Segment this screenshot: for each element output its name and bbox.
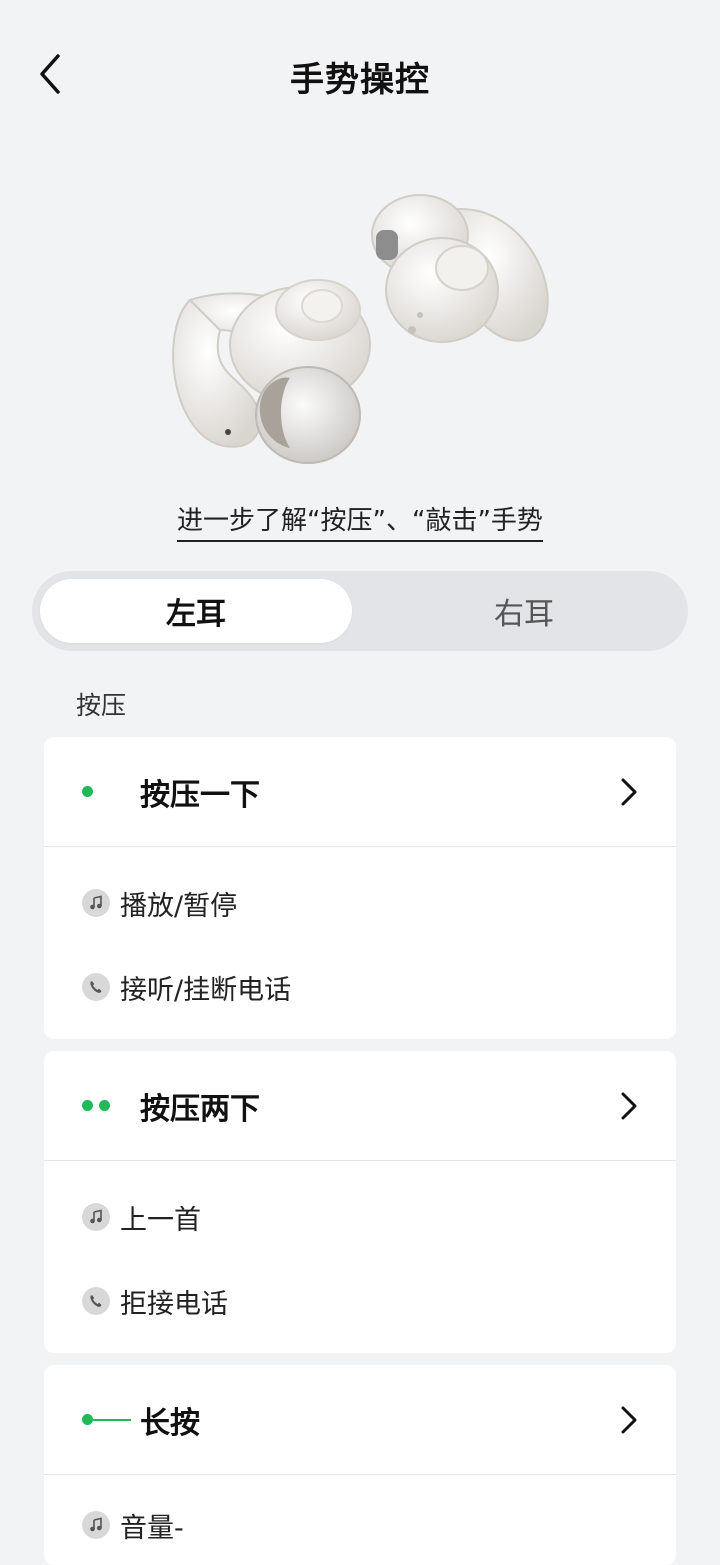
gesture-actions: 播放/暂停 接听/挂断电话 [44, 847, 676, 1039]
gesture-card-press-twice: 按压两下 上一首 拒接电话 [44, 1051, 676, 1353]
gesture-card-long-press: 长按 音量- [44, 1365, 676, 1565]
list-item: 上一首 [44, 1175, 676, 1259]
tab-left-ear[interactable]: 左耳 [40, 579, 352, 643]
action-label: 接听/挂断电话 [120, 974, 292, 1006]
phone-icon [82, 973, 110, 1001]
chevron-right-icon [621, 1406, 637, 1433]
section-label-press: 按压 [76, 691, 127, 720]
list-item: 播放/暂停 [44, 861, 676, 945]
earbuds-product-image [150, 180, 570, 500]
list-item: 接听/挂断电话 [44, 945, 676, 1029]
gesture-title: 长按 [140, 1405, 200, 1441]
chevron-right-icon [621, 778, 637, 805]
list-item: 音量- [44, 1483, 676, 1565]
phone-icon [82, 1287, 110, 1315]
action-label: 音量- [120, 1512, 184, 1544]
gesture-title: 按压两下 [140, 1091, 260, 1127]
page-title: 手势操控 [290, 60, 430, 100]
learn-gestures-link[interactable]: 进一步了解“按压”、“敲击”手势 [177, 506, 543, 542]
list-item: 拒接电话 [44, 1259, 676, 1343]
dot-line-indicator-icon [82, 1414, 131, 1426]
gesture-actions: 音量- [44, 1475, 676, 1565]
gesture-actions: 上一首 拒接电话 [44, 1161, 676, 1353]
learn-more-link-wrap: 进一步了解“按压”、“敲击”手势 [0, 500, 720, 542]
ear-selector: 左耳 右耳 [32, 571, 688, 651]
gesture-header-press-twice[interactable]: 按压两下 [44, 1051, 676, 1161]
single-dot-indicator-icon [82, 786, 93, 798]
action-label: 拒接电话 [120, 1288, 228, 1320]
tab-right-ear[interactable]: 右耳 [368, 579, 680, 643]
action-label: 播放/暂停 [120, 890, 238, 922]
gesture-header-press-once[interactable]: 按压一下 [44, 737, 676, 847]
double-dot-indicator-icon [82, 1100, 110, 1112]
music-note-icon [82, 1511, 110, 1539]
top-bar: 手势操控 [0, 0, 720, 150]
gesture-title: 按压一下 [140, 777, 260, 813]
music-note-icon [82, 1203, 110, 1231]
music-note-icon [82, 889, 110, 917]
gesture-card-press-once: 按压一下 播放/暂停 接听/挂断电话 [44, 737, 676, 1039]
chevron-right-icon [621, 1092, 637, 1119]
action-label: 上一首 [120, 1204, 201, 1236]
gesture-header-long-press[interactable]: 长按 [44, 1365, 676, 1475]
